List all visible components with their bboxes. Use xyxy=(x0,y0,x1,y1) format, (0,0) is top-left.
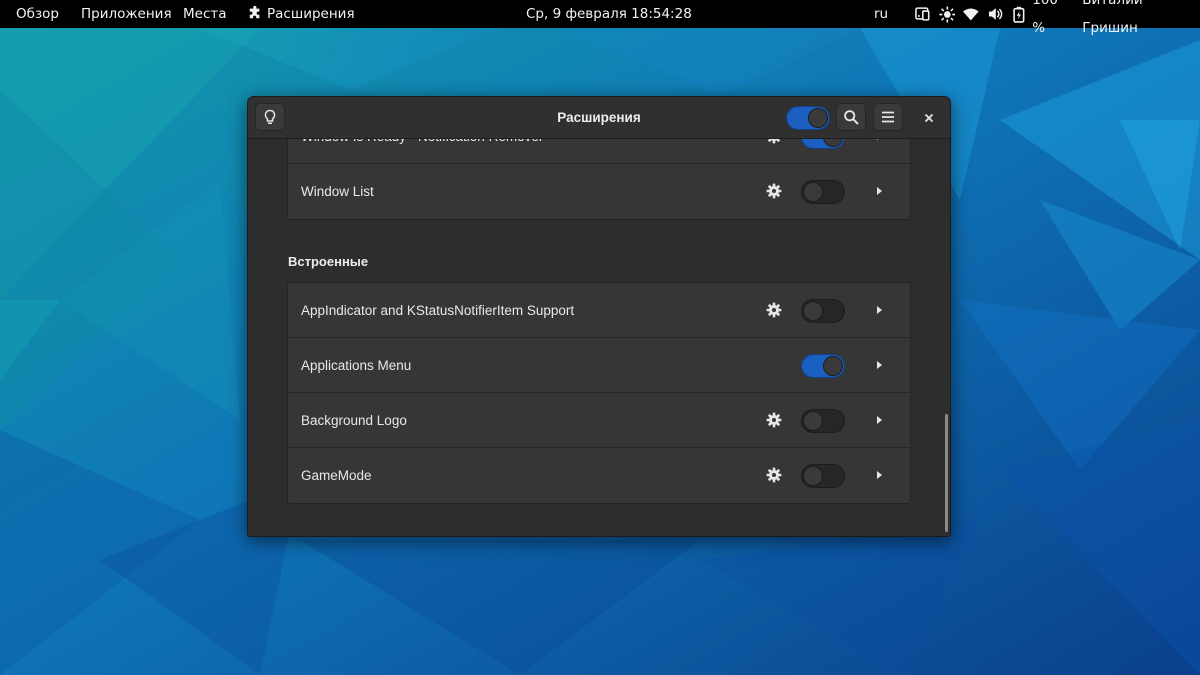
places-menu-button[interactable]: Места xyxy=(183,0,227,28)
main-menu-button[interactable] xyxy=(873,103,903,131)
hamburger-menu-icon xyxy=(882,111,894,123)
extension-name: Window Is Ready - Notification Remover xyxy=(301,138,543,164)
search-button[interactable] xyxy=(836,103,866,131)
extension-settings-button[interactable] xyxy=(761,407,787,433)
gear-icon xyxy=(766,183,782,199)
extension-name: Background Logo xyxy=(301,413,407,428)
app-menu-label: Расширения xyxy=(267,6,355,22)
tablet-mode-icon xyxy=(915,7,930,21)
extension-toggle[interactable] xyxy=(801,299,845,323)
extension-name: Window List xyxy=(301,184,374,199)
search-icon xyxy=(844,110,859,125)
activities-button[interactable]: Обзор xyxy=(16,0,59,28)
extension-row[interactable]: Applications Menu xyxy=(288,338,910,393)
extension-name: Applications Menu xyxy=(301,358,412,373)
clock[interactable]: Ср, 9 февраля 18:54:28 xyxy=(526,0,692,28)
extensions-master-toggle[interactable] xyxy=(786,106,830,130)
header-bar: Расширения xyxy=(248,97,950,139)
extension-row[interactable]: Window List xyxy=(288,164,910,219)
close-icon xyxy=(925,114,933,122)
keyboard-layout-indicator[interactable]: ru xyxy=(874,0,888,28)
brightness-icon xyxy=(938,5,956,23)
lightbulb-icon xyxy=(264,109,276,124)
system-status-area[interactable]: 100 % Виталий Гришин xyxy=(914,0,1200,36)
extension-toggle[interactable] xyxy=(801,180,845,204)
extension-settings-button[interactable] xyxy=(761,138,787,149)
extension-row[interactable]: Window Is Ready - Notification Remover xyxy=(288,138,910,164)
gear-icon xyxy=(766,467,782,483)
extension-name: GameMode xyxy=(301,468,372,483)
extension-toggle[interactable] xyxy=(801,464,845,488)
tips-button[interactable] xyxy=(255,103,285,131)
extensions-window: Расширения Window List Встроенные AppInd… xyxy=(247,96,951,537)
extension-row[interactable]: Background Logo xyxy=(288,393,910,448)
builtin-extensions-list: AppIndicator and KStatusNotifierItem Sup… xyxy=(287,282,911,504)
scrollbar[interactable] xyxy=(945,414,948,532)
wifi-icon xyxy=(963,8,979,21)
expand-arrow-icon[interactable] xyxy=(873,304,885,316)
expand-arrow-icon[interactable] xyxy=(873,469,885,481)
extension-settings-button[interactable] xyxy=(761,462,787,488)
extension-name: AppIndicator and KStatusNotifierItem Sup… xyxy=(301,303,575,318)
gear-icon xyxy=(766,302,782,318)
extension-row[interactable]: AppIndicator and KStatusNotifierItem Sup… xyxy=(288,283,910,338)
puzzle-icon xyxy=(249,5,260,18)
applications-menu-button[interactable]: Приложения xyxy=(81,0,172,28)
extension-toggle[interactable] xyxy=(801,138,845,149)
expand-arrow-icon[interactable] xyxy=(873,414,885,426)
close-button[interactable] xyxy=(917,106,941,130)
user-extensions-list: Window Is Ready - Notification Remover W… xyxy=(287,138,911,220)
extension-row[interactable]: GameMode xyxy=(288,448,910,503)
top-bar: Обзор Приложения Места Расширения Ср, 9 … xyxy=(0,0,1200,36)
extension-toggle[interactable] xyxy=(801,354,845,378)
extension-settings-button[interactable] xyxy=(761,297,787,323)
extension-settings-button[interactable] xyxy=(761,178,787,204)
battery-icon xyxy=(1012,6,1024,23)
battery-percentage: 100 % xyxy=(1032,0,1059,36)
user-name: Виталий Гришин xyxy=(1082,0,1143,36)
extension-toggle[interactable] xyxy=(801,409,845,433)
expand-arrow-icon[interactable] xyxy=(873,359,885,371)
volume-icon xyxy=(988,8,1003,20)
extensions-list-scroll-area[interactable]: Window Is Ready - Notification Remover W… xyxy=(248,138,950,536)
app-menu-button[interactable]: Расширения xyxy=(248,0,355,28)
gear-icon xyxy=(766,412,782,428)
expand-arrow-icon[interactable] xyxy=(873,185,885,197)
builtin-section-title: Встроенные xyxy=(288,254,369,269)
